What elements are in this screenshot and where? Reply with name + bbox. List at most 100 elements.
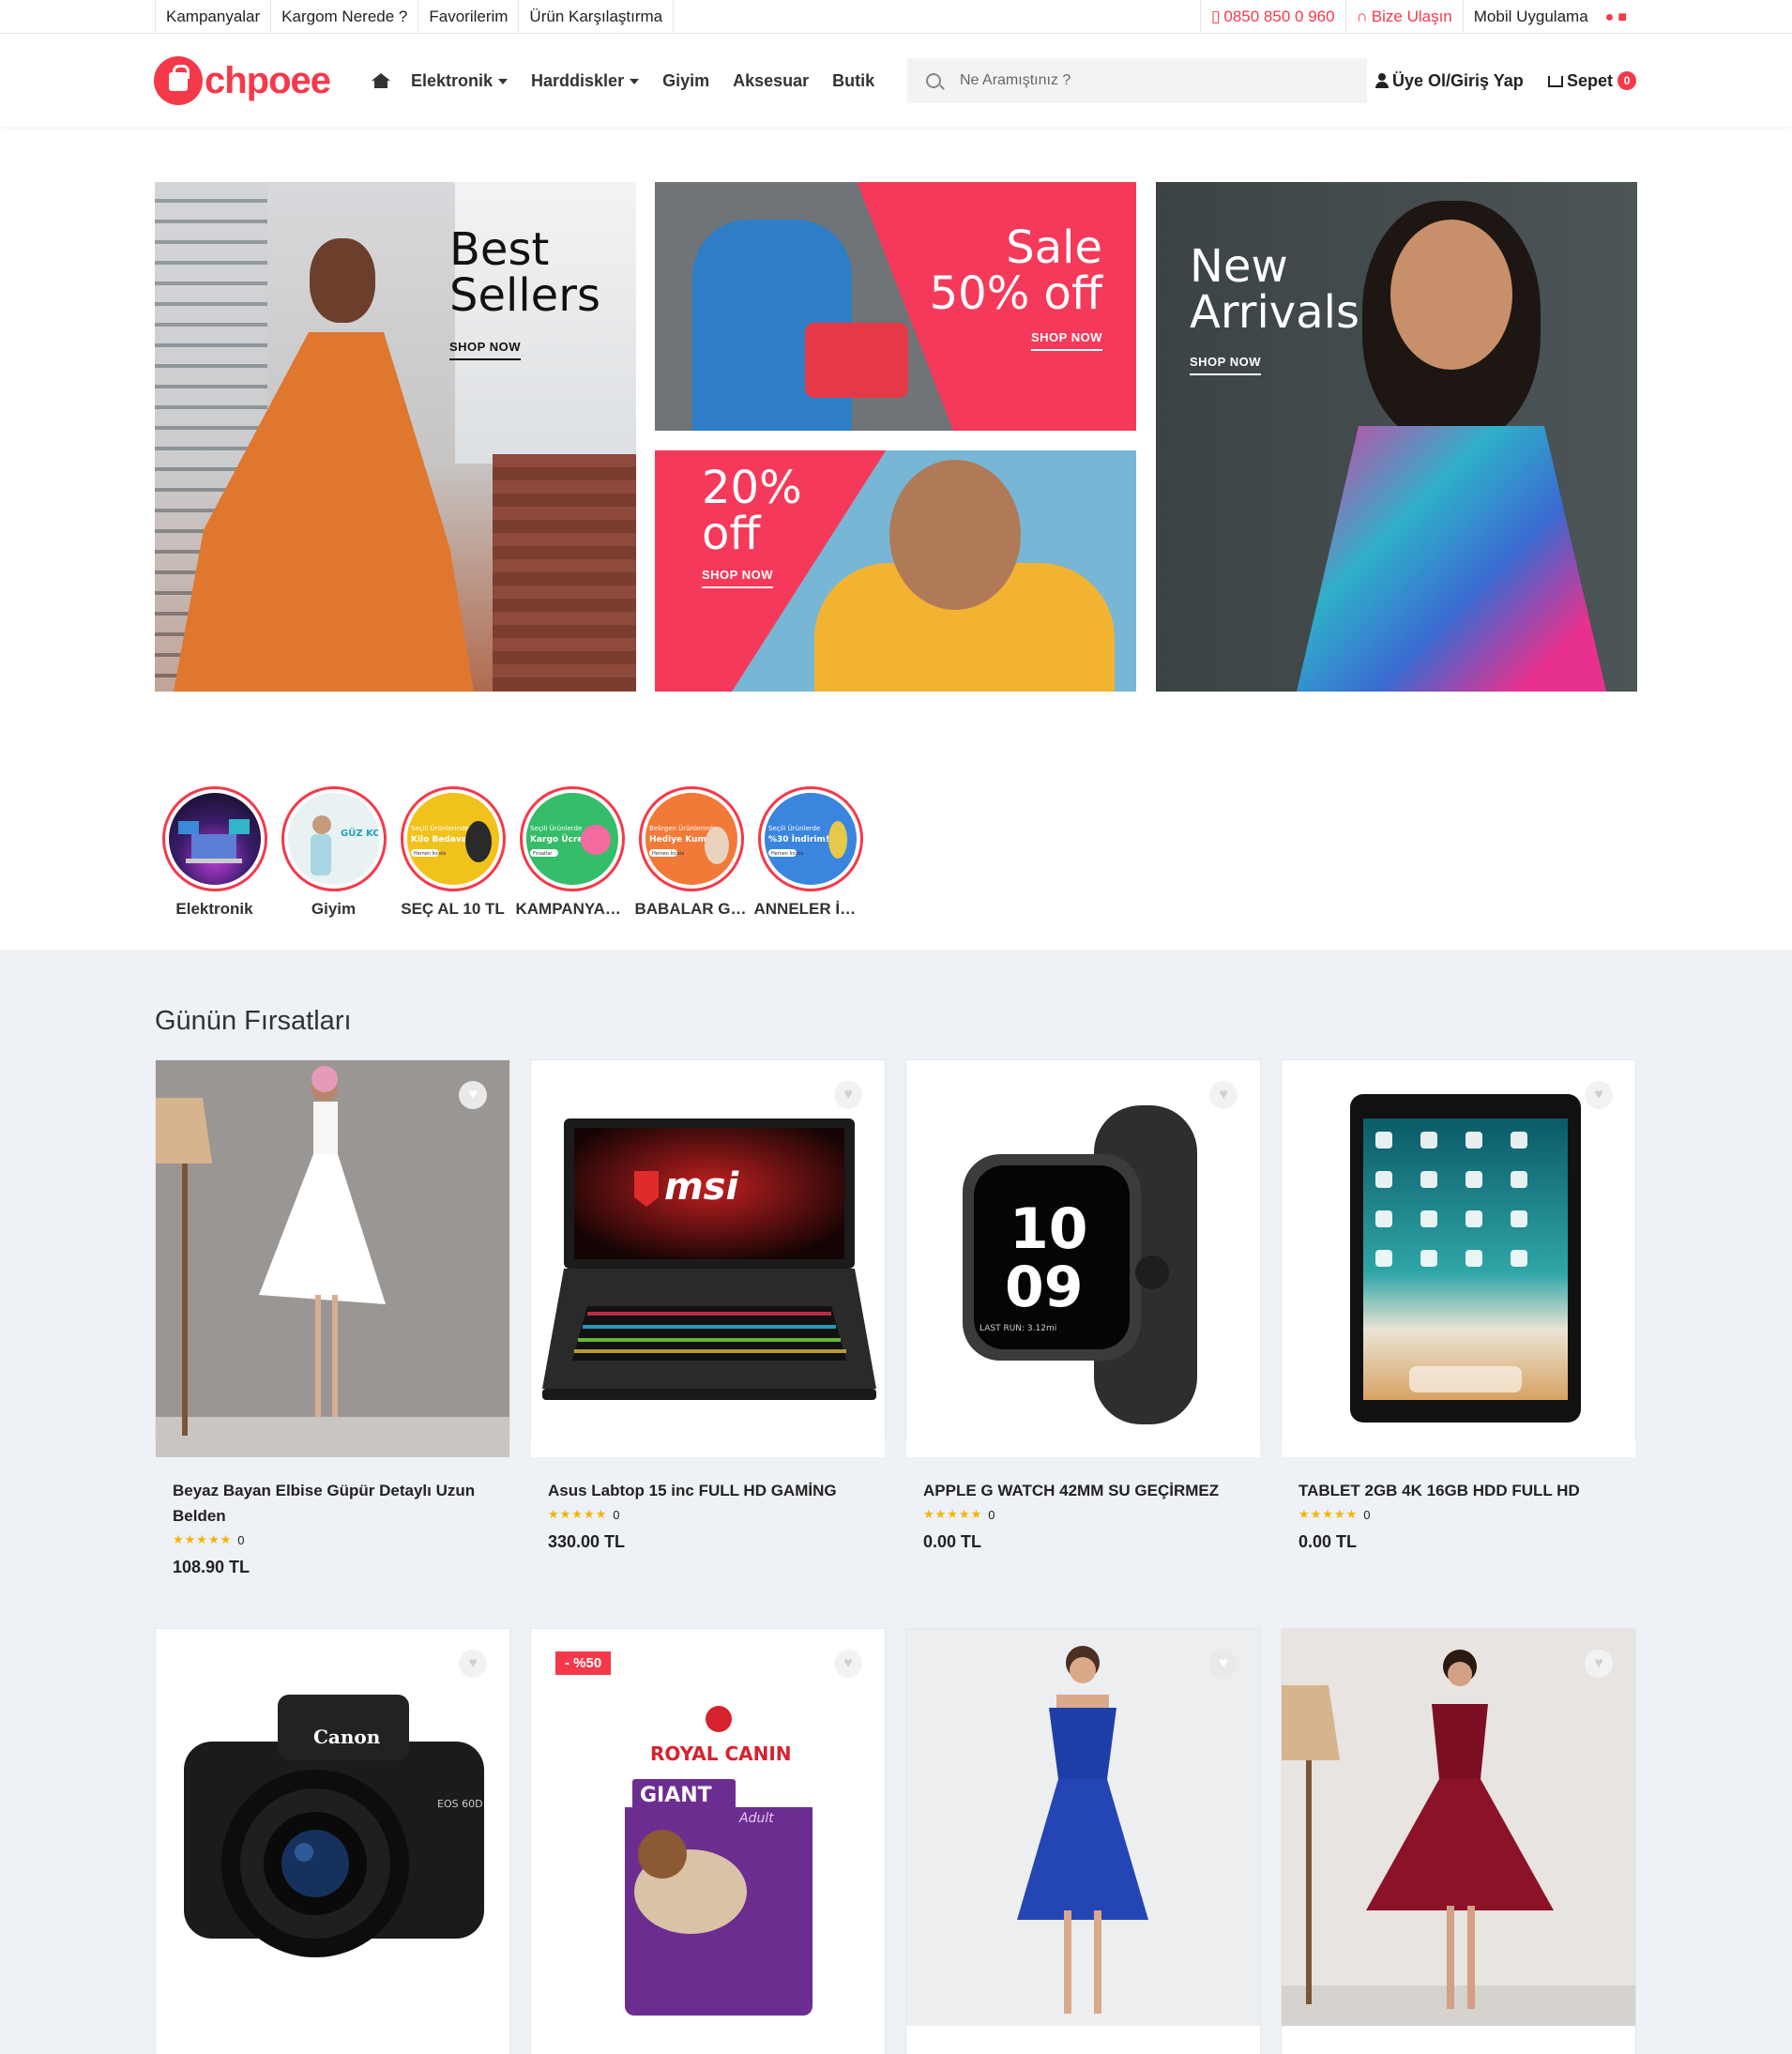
story-kampanyalar[interactable]: Seçili Ürünlerde Kargo Ücretsiz! Fırsatl… bbox=[512, 786, 631, 919]
white-dress-image bbox=[156, 1060, 509, 1457]
campaigns-link[interactable]: Kampanyalar bbox=[156, 0, 272, 34]
product-art-text: GIANT bbox=[640, 1784, 712, 1807]
mobile-app-link[interactable]: Mobil Uygulama ● ■ bbox=[1464, 0, 1637, 34]
nav-item-giyim[interactable]: Giyim bbox=[662, 71, 709, 91]
product-image: ♥ bbox=[906, 1629, 1260, 2026]
story-ring: Seçili Ürünlerde Kargo Ücretsiz! Fırsatl… bbox=[519, 786, 625, 891]
product-card[interactable]: Canon EOS 60D ♥ bbox=[155, 1628, 510, 2054]
product-art-text: Canon bbox=[313, 1726, 381, 1748]
story-ring: Belirgen Ürünlerinde Hediye Kum! Hemen İ… bbox=[638, 786, 744, 891]
banner-best-sellers[interactable]: Best Sellers SHOP NOW bbox=[155, 182, 636, 692]
favorites-link[interactable]: Favorilerim bbox=[418, 0, 520, 34]
red-pants-shape bbox=[805, 323, 908, 398]
product-card[interactable]: msi ♥ Asus Labtop 15 inc FULL HD GAMİNG … bbox=[530, 1059, 886, 1551]
nav-item-aksesuar[interactable]: Aksesuar bbox=[733, 71, 809, 91]
story-elektronik[interactable]: Elektronik bbox=[155, 786, 274, 919]
product-rating: ★★★★★ 0 bbox=[548, 1507, 868, 1522]
product-art-text: Adult bbox=[738, 1811, 774, 1826]
product-info bbox=[906, 2026, 1260, 2046]
story-label: SEÇ AL 10 TL bbox=[401, 900, 505, 918]
story-art-text: Fırsatlar bbox=[533, 851, 553, 857]
product-name[interactable]: TABLET 2GB 4K 16GB HDD FULL HD bbox=[1298, 1478, 1618, 1503]
story-ring: GÜZ KOL bbox=[281, 786, 387, 891]
laptop-icon bbox=[177, 819, 250, 863]
product-card[interactable]: ♥ Beyaz Bayan Elbise Güpür Detaylı Uzun … bbox=[155, 1059, 510, 1576]
top-bar: Kampanyalar Kargom Nerede ? Favorilerim … bbox=[0, 0, 1792, 34]
product-name[interactable]: Beyaz Bayan Elbise Güpür Detaylı Uzun Be… bbox=[173, 1478, 493, 1529]
product-art-text: LAST RUN: 3.12mi bbox=[980, 1324, 1056, 1333]
story-babalar-gunu[interactable]: Belirgen Ürünlerinde Hediye Kum! Hemen İ… bbox=[631, 786, 751, 919]
phone-link[interactable]: ▯ 0850 850 0 960 bbox=[1201, 0, 1346, 34]
product-card[interactable]: 10 09 LAST RUN: 3.12mi ♥ APPLE G WATCH 4… bbox=[905, 1059, 1261, 1551]
product-image: ♥ bbox=[156, 1060, 509, 1457]
cart-count-badge: 0 bbox=[1617, 71, 1637, 90]
heart-icon[interactable]: ♥ bbox=[834, 1650, 862, 1678]
story-sec-al-10tl[interactable]: Seçili Ürünlerinde Kilo Bedava Hemen İnc… bbox=[393, 786, 512, 919]
heart-icon[interactable]: ♥ bbox=[1209, 1081, 1238, 1109]
main-nav: Elektronik Harddiskler Giyim Aksesuar Bu… bbox=[372, 35, 898, 127]
banner-title-line-2: 50% off bbox=[929, 266, 1102, 320]
banner-new-arrivals[interactable]: New Arrivals SHOP NOW bbox=[1156, 182, 1637, 692]
product-card[interactable]: ♥ bbox=[905, 1628, 1261, 2054]
product-card[interactable]: ROYAL CANIN GIANT Adult - %50 ♥ bbox=[530, 1628, 886, 2054]
cart-link[interactable]: Sepet 0 bbox=[1548, 35, 1637, 127]
heart-icon[interactable]: ♥ bbox=[459, 1081, 487, 1109]
story-art-text: Hediye Kum! bbox=[649, 835, 710, 844]
shop-now-link[interactable]: SHOP NOW bbox=[449, 340, 521, 360]
contact-link[interactable]: ∩ Bize Ulaşın bbox=[1346, 0, 1464, 34]
story-art-text: %30 İndirim! bbox=[768, 834, 829, 844]
dslr-camera-image: Canon EOS 60D bbox=[184, 1695, 484, 1957]
nav-label: Harddiskler bbox=[531, 70, 625, 90]
site-logo[interactable]: chpoee bbox=[154, 53, 331, 108]
nav-item-harddiskler[interactable]: Harddiskler bbox=[531, 70, 640, 91]
compare-link[interactable]: Ürün Karşılaştırma bbox=[519, 0, 675, 34]
phone-icon: ▯ bbox=[1211, 8, 1221, 25]
heart-icon[interactable]: ♥ bbox=[834, 1081, 862, 1109]
shop-now-link[interactable]: SHOP NOW bbox=[1031, 330, 1102, 351]
story-image: Seçili Ürünlerde %30 İndirim! Hemen İnce… bbox=[764, 793, 857, 885]
product-image: ROYAL CANIN GIANT Adult - %50 ♥ bbox=[531, 1629, 885, 2026]
shop-now-link[interactable]: SHOP NOW bbox=[702, 568, 773, 588]
gaming-laptop-image: msi bbox=[542, 1118, 876, 1400]
product-price: 0.00 TL bbox=[923, 1532, 982, 1551]
story-anneler-icin[interactable]: Seçili Ürünlerde %30 İndirim! Hemen İnce… bbox=[751, 786, 870, 919]
promo-art: Seçili Ürünlerde Kargo Ücretsiz! Fırsatl… bbox=[525, 793, 616, 883]
heart-icon[interactable]: ♥ bbox=[1585, 1081, 1613, 1109]
story-art-text: Hemen İncele bbox=[414, 850, 446, 857]
search-icon[interactable] bbox=[926, 73, 941, 88]
product-info: Asus Labtop 15 inc FULL HD GAMİNG ★★★★★ 0… bbox=[531, 1457, 885, 1552]
banner-20-off[interactable]: 20% off SHOP NOW bbox=[655, 450, 1136, 692]
top-bar-left: Kampanyalar Kargom Nerede ? Favorilerim … bbox=[155, 0, 675, 34]
search-input[interactable] bbox=[960, 72, 1354, 89]
product-info bbox=[531, 2026, 885, 2046]
product-image: 10 09 LAST RUN: 3.12mi ♥ bbox=[906, 1060, 1260, 1457]
apple-icon[interactable]: ● bbox=[1605, 9, 1615, 25]
story-art-text: Seçili Ürünlerde bbox=[768, 824, 820, 832]
product-name[interactable]: APPLE G WATCH 42MM SU GEÇİRMEZ bbox=[923, 1478, 1243, 1503]
product-name[interactable]: Asus Labtop 15 inc FULL HD GAMİNG bbox=[548, 1478, 868, 1503]
heart-icon[interactable]: ♥ bbox=[1585, 1650, 1613, 1678]
login-link[interactable]: Üye Ol/Giriş Yap bbox=[1375, 35, 1524, 127]
product-card[interactable]: ♥ bbox=[1281, 1628, 1636, 2054]
nav-item-butik[interactable]: Butik bbox=[832, 71, 874, 91]
story-label: KAMPANYALAR bbox=[515, 900, 629, 918]
story-art-text: Hemen İncele bbox=[771, 850, 803, 857]
product-art-text: 10 bbox=[1010, 1196, 1088, 1262]
star-icons: ★★★★★ bbox=[923, 1507, 983, 1521]
story-giyim[interactable]: GÜZ KOL Giyim bbox=[274, 786, 393, 919]
heart-icon[interactable]: ♥ bbox=[1209, 1650, 1238, 1678]
review-count: 0 bbox=[988, 1507, 995, 1522]
product-image: msi ♥ bbox=[531, 1060, 885, 1457]
home-icon[interactable] bbox=[372, 73, 390, 88]
track-order-link[interactable]: Kargom Nerede ? bbox=[271, 0, 419, 34]
heart-icon[interactable]: ♥ bbox=[459, 1650, 487, 1678]
product-card[interactable]: ♥ TABLET 2GB 4K 16GB HDD FULL HD ★★★★★ 0 … bbox=[1281, 1059, 1636, 1551]
story-art-text: GÜZ KOL bbox=[341, 826, 378, 839]
story-label: Elektronik bbox=[175, 900, 253, 918]
android-icon[interactable]: ■ bbox=[1617, 9, 1627, 25]
product-price: 108.90 TL bbox=[173, 1558, 251, 1576]
shop-now-link[interactable]: SHOP NOW bbox=[1190, 355, 1261, 375]
banner-sale[interactable]: Sale 50% off SHOP NOW bbox=[655, 182, 1136, 431]
nav-item-elektronik[interactable]: Elektronik bbox=[411, 71, 509, 91]
product-art-text: ROYAL CANIN bbox=[650, 1742, 792, 1765]
